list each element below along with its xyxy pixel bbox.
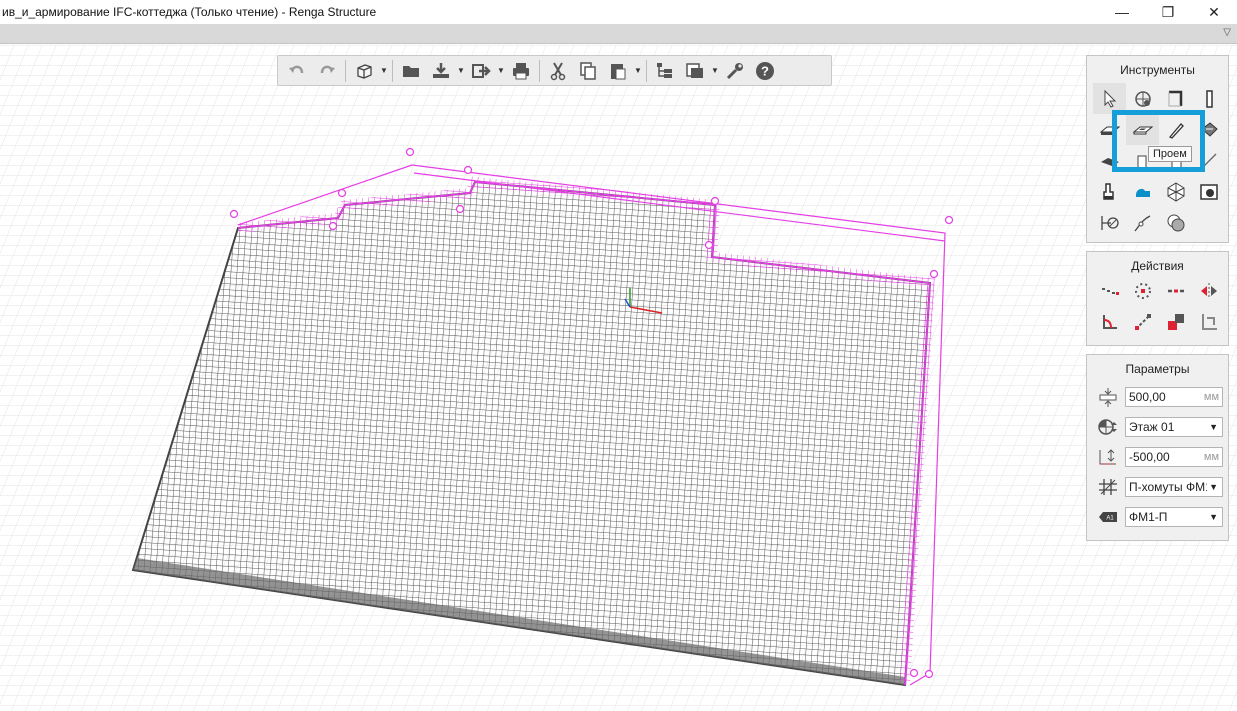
offset-action-icon[interactable]	[1192, 306, 1225, 337]
copy-action-icon[interactable]	[1159, 306, 1192, 337]
redo-icon[interactable]	[312, 58, 342, 84]
mark-select[interactable]: ФМ1-П ▼	[1125, 507, 1223, 527]
mirror-action-icon[interactable]	[1192, 275, 1225, 306]
equipment-tool-icon[interactable]	[1093, 176, 1126, 207]
close-button[interactable]: ✕	[1191, 0, 1237, 24]
paste-dropdown-icon[interactable]: ▼	[633, 58, 643, 84]
offset-icon	[1099, 449, 1116, 465]
parameters-panel: Параметры 500,00 мм Этаж 01 ▼ -500,00 мм П-…	[1086, 354, 1229, 541]
tool-highlight-frame	[1112, 110, 1205, 172]
title-bar: ив_и_армирование IFC-коттеджа (Только чт…	[0, 0, 1237, 24]
measure-tool-icon[interactable]	[1093, 207, 1126, 238]
viewport-scene	[0, 45, 1237, 711]
mark-tag-icon: A1	[1099, 512, 1117, 522]
maximize-button[interactable]: ❐	[1145, 0, 1191, 24]
export-icon[interactable]	[466, 58, 496, 84]
angle-action-icon[interactable]	[1093, 306, 1126, 337]
copy-icon[interactable]	[573, 58, 603, 84]
export-dropdown-icon[interactable]: ▼	[496, 58, 506, 84]
actions-panel: Действия	[1086, 251, 1229, 346]
window-title: ив_и_армирование IFC-коттеджа (Только чт…	[2, 5, 377, 19]
reinforcement-icon	[1099, 479, 1117, 495]
view-dropdown-icon[interactable]: ▼	[379, 58, 389, 84]
move-action-icon[interactable]	[1093, 275, 1126, 306]
level-icon	[1098, 419, 1117, 435]
line-tool-icon[interactable]	[1126, 207, 1159, 238]
align-action-icon[interactable]	[1159, 275, 1192, 306]
element-tool-icon[interactable]	[1126, 176, 1159, 207]
open-folder-icon[interactable]	[396, 58, 426, 84]
layers-icon[interactable]	[680, 58, 710, 84]
plate-tool-icon[interactable]	[1159, 176, 1192, 207]
project-structure-icon[interactable]	[650, 58, 680, 84]
settings-wrench-icon[interactable]	[720, 58, 750, 84]
minimize-button[interactable]: —	[1099, 0, 1145, 24]
reinforcement-row: П-хомуты ФМ1-П▼	[1087, 472, 1228, 502]
actions-panel-title: Действия	[1131, 259, 1184, 273]
reinforcement-select[interactable]: П-хомуты ФМ1-П▼	[1125, 477, 1223, 497]
ribbon-bar: ▽	[0, 24, 1237, 44]
svg-text:?: ?	[761, 63, 769, 78]
fill-tool-icon[interactable]	[1159, 207, 1192, 238]
hatch-tool-icon[interactable]	[1192, 176, 1225, 207]
3d-viewport[interactable]	[0, 45, 1237, 711]
layers-dropdown-icon[interactable]: ▼	[710, 58, 720, 84]
cut-icon[interactable]	[543, 58, 573, 84]
thickness-row: 500,00 мм	[1087, 382, 1228, 412]
undo-icon[interactable]	[282, 58, 312, 84]
tools-panel-title: Инструменты	[1120, 63, 1195, 77]
level-row: Этаж 01 ▼	[1087, 412, 1228, 442]
paste-icon[interactable]	[603, 58, 633, 84]
print-icon[interactable]	[506, 58, 536, 84]
opening-tooltip: Проем	[1148, 146, 1192, 162]
parameters-panel-title: Параметры	[1125, 362, 1190, 376]
svg-text:A1: A1	[1106, 516, 1114, 522]
view-cube-icon[interactable]	[349, 58, 379, 84]
offset-row: -500,00 мм	[1087, 442, 1228, 472]
collapse-ribbon-icon[interactable]: ▽	[1223, 27, 1231, 38]
offset-input[interactable]: -500,00 мм	[1125, 447, 1223, 467]
thickness-input[interactable]: 500,00 мм	[1125, 387, 1223, 407]
stretch-action-icon[interactable]	[1126, 306, 1159, 337]
help-icon[interactable]: ?	[750, 58, 780, 84]
thickness-icon	[1099, 388, 1117, 407]
main-toolbar: ▼ ▼ ▼ ▼ ▼ ?	[277, 55, 832, 86]
rotate-action-icon[interactable]	[1126, 275, 1159, 306]
import-icon[interactable]	[426, 58, 456, 84]
mark-row: A1 ФМ1-П ▼	[1087, 502, 1228, 532]
import-dropdown-icon[interactable]: ▼	[456, 58, 466, 84]
level-select[interactable]: Этаж 01 ▼	[1125, 417, 1223, 437]
